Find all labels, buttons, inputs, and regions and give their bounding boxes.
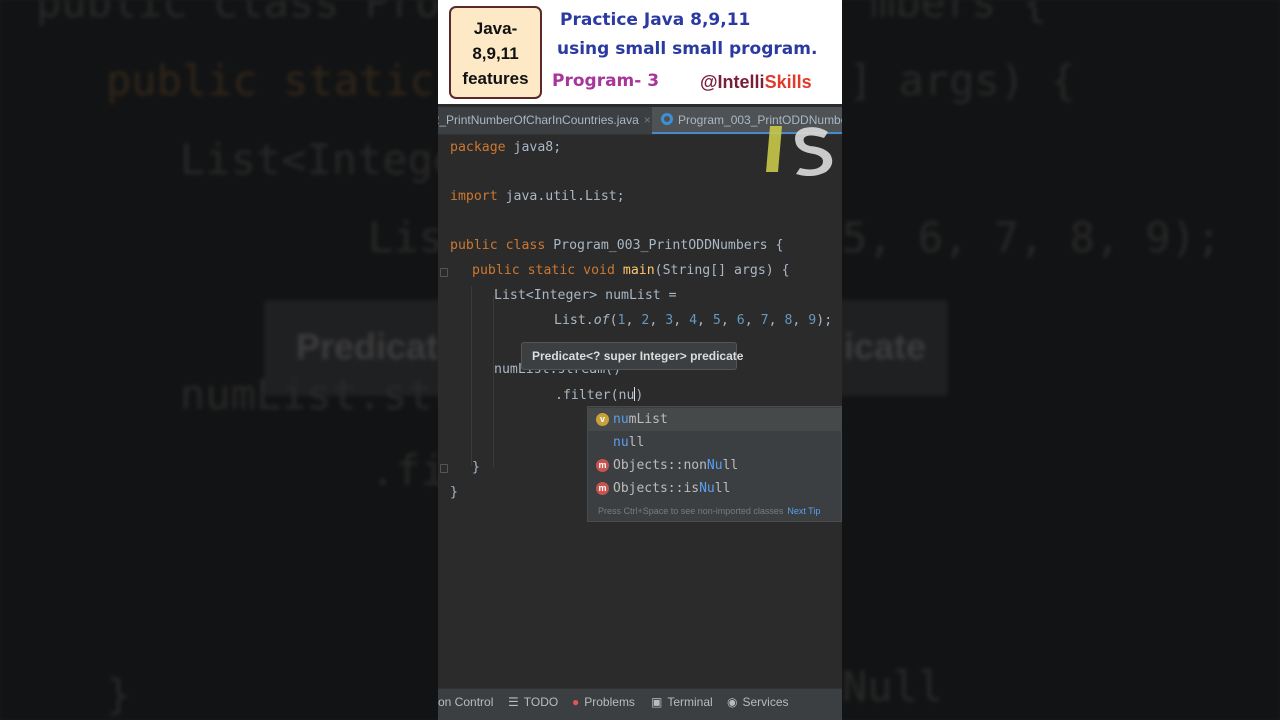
variable-icon: v: [596, 413, 609, 426]
features-badge: Java- 8,9,11 features: [449, 6, 542, 99]
code-line-close-method: }: [472, 460, 480, 475]
code-line-class: public class Program_003_PrintODDNumbers…: [450, 238, 783, 253]
brand-handle: @IntelliSkills: [700, 72, 812, 93]
next-tip-link[interactable]: Next Tip: [787, 506, 820, 516]
code-text: );: [816, 313, 833, 328]
number: 2: [641, 313, 650, 328]
method-name: of: [593, 313, 610, 328]
banner-title-line2: using small small program.: [557, 39, 818, 59]
ide-panel: Java- 8,9,11 features Practice Java 8,9,…: [438, 0, 842, 720]
keyword: public static void: [472, 263, 615, 278]
tab-close-icon[interactable]: ×: [644, 113, 651, 127]
banner-title-line1: Practice Java 8,9,11: [560, 10, 751, 30]
fold-icon[interactable]: [440, 268, 448, 277]
badge-line: Java-: [473, 19, 518, 38]
completion-prefix: Objects::is: [613, 481, 700, 496]
indent-guide: [493, 296, 494, 468]
badge-line: 8,9,11: [472, 44, 519, 63]
completion-item-null[interactable]: null: [588, 431, 842, 454]
services-icon: ◉: [727, 695, 738, 709]
completion-rest: ll: [722, 458, 739, 473]
code-text: List.: [554, 313, 594, 328]
completion-rest: ll: [714, 481, 731, 496]
completion-prefix: Objects::non: [613, 458, 707, 473]
completion-match: nu: [613, 412, 629, 427]
code-line-list-decl: List<Integer> numList =: [494, 288, 677, 303]
completion-popup: v numList null m Objects::nonNull m Obje…: [587, 406, 842, 522]
badge-line: features: [462, 69, 529, 88]
completion-match: Nu: [706, 458, 723, 473]
tool-label: Problems: [584, 695, 635, 709]
tool-label: on Control: [438, 695, 494, 709]
brand-part1: @Intelli: [700, 72, 765, 92]
number: 6: [736, 313, 745, 328]
method-icon: m: [596, 459, 609, 472]
title-banner: Java- 8,9,11 features Practice Java 8,9,…: [438, 0, 842, 104]
code-line-close-class: }: [450, 485, 458, 500]
number: 5: [712, 313, 721, 328]
status-bar: [438, 714, 842, 720]
completion-rest: ll: [628, 435, 645, 450]
brand-part2: Skills: [764, 72, 812, 92]
code-line-list-of: List.of(1, 2, 3, 4, 5, 6, 7, 8, 9);: [554, 313, 833, 328]
completion-label: Objects::isNull: [613, 477, 730, 500]
code-text: (: [609, 313, 618, 328]
tool-services[interactable]: ◉ Services: [727, 689, 789, 715]
completion-match: Nu: [699, 481, 715, 496]
number: 4: [689, 313, 698, 328]
parameter-info-tooltip: Predicate<? super Integer> predicate: [521, 342, 743, 370]
code-text: java.util.List;: [497, 189, 625, 204]
tool-label: Services: [742, 695, 789, 709]
indent-guide: [471, 286, 472, 466]
tool-label: TODO: [523, 695, 559, 709]
completion-hint: Press Ctrl+Space to see non-imported cla…: [598, 506, 820, 516]
tab-print-number-of-char[interactable]: 02_PrintNumberOfCharInCountries.java ×: [438, 107, 651, 134]
java-class-icon: [661, 113, 673, 125]
bottom-tool-window-bar: on Control ☰ TODO ● Problems ▣ Terminal ◉ Se…: [438, 688, 842, 714]
keyword: import: [450, 189, 498, 204]
number: 3: [665, 313, 674, 328]
method-icon: m: [596, 482, 609, 495]
tool-todo[interactable]: ☰ TODO: [508, 689, 558, 715]
completion-match: nu: [613, 435, 629, 450]
completion-item-objects-isnull[interactable]: m Objects::isNull: [588, 477, 842, 500]
typed-text: nu: [618, 388, 635, 403]
tool-terminal[interactable]: ▣ Terminal: [651, 689, 713, 715]
number: 8: [784, 313, 793, 328]
number: 1: [617, 313, 626, 328]
code-line-package: package java8;: [450, 140, 561, 155]
program-label: Program- 3: [552, 71, 660, 91]
tool-version-control[interactable]: on Control: [438, 689, 493, 715]
todo-icon: ☰: [508, 695, 519, 709]
code-text: .filter(: [555, 388, 619, 403]
method-name: main: [622, 263, 655, 278]
completion-item-numlist[interactable]: v numList: [588, 408, 842, 431]
problems-icon: ●: [572, 695, 580, 709]
intelliskills-logo: [766, 126, 833, 176]
keyword: public class: [450, 238, 546, 253]
fold-icon[interactable]: [440, 464, 448, 473]
tool-label: Terminal: [667, 695, 713, 709]
code-line-filter: .filter(nu): [555, 387, 643, 403]
code-text: ): [635, 388, 644, 403]
completion-label: Objects::nonNull: [613, 454, 738, 477]
keyword: package: [450, 140, 506, 155]
code-text: Program_003_PrintODDNumbers {: [545, 238, 784, 253]
completion-label: null: [613, 431, 644, 454]
number: 7: [760, 313, 769, 328]
tab-label: 02_PrintNumberOfCharInCountries.java: [438, 113, 639, 127]
code-text: java8;: [505, 140, 562, 155]
tool-problems[interactable]: ● Problems: [572, 689, 635, 715]
completion-rest: mList: [628, 412, 668, 427]
code-text: (String[] args) {: [654, 263, 790, 278]
completion-label: numList: [613, 408, 668, 431]
completion-item-objects-nonnull[interactable]: m Objects::nonNull: [588, 454, 842, 477]
terminal-icon: ▣: [651, 695, 663, 709]
hint-text: Press Ctrl+Space to see non-imported cla…: [598, 506, 784, 516]
code-line-import: import java.util.List;: [450, 189, 625, 204]
code-line-main: public static void main(String[] args) {: [472, 263, 790, 278]
